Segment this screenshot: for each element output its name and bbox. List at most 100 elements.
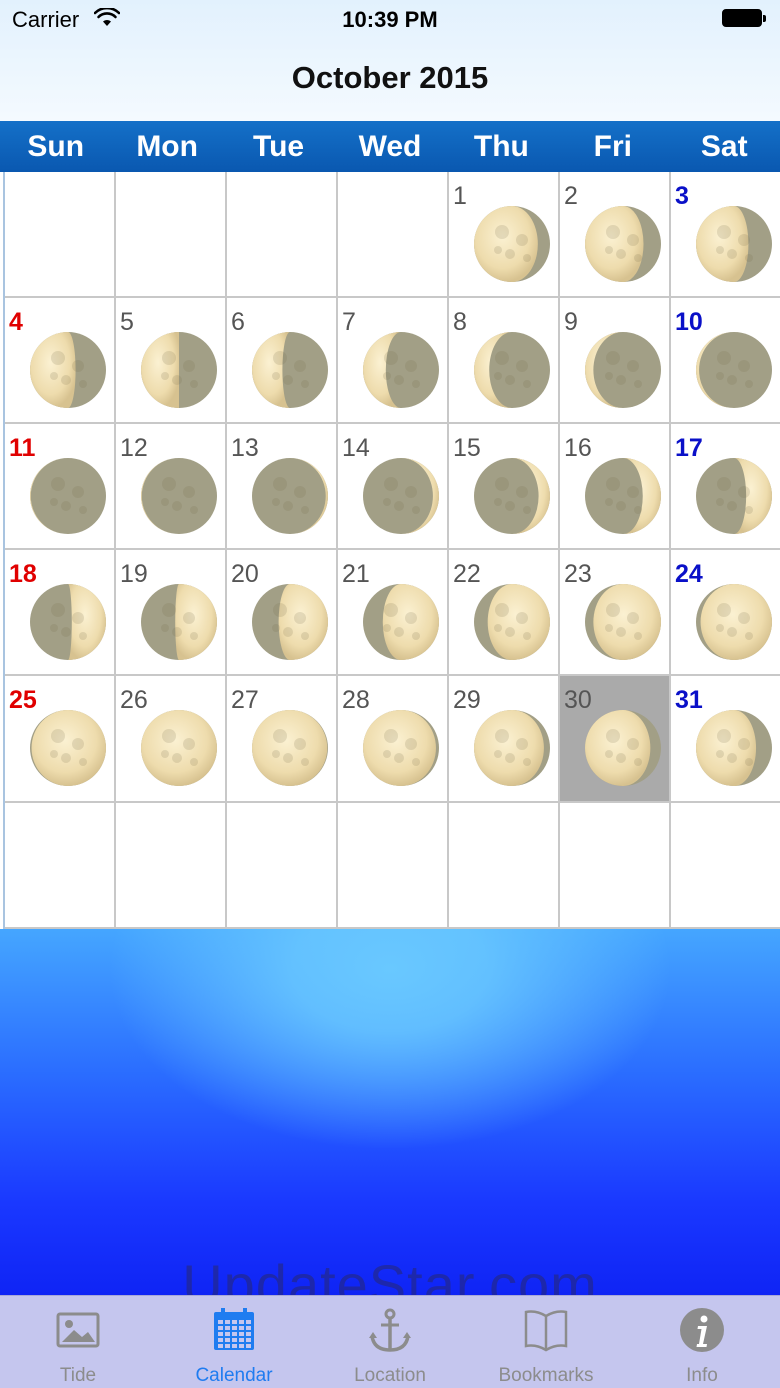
moon-phase-icon [474, 584, 550, 660]
calendar-day-24[interactable]: 24 [671, 550, 780, 676]
weekday-sun: Sun [27, 130, 85, 163]
moon-phase-icon [474, 458, 550, 534]
moon-phase-icon [585, 458, 661, 534]
moon-phase-icon [252, 458, 328, 534]
calendar-day-21[interactable]: 21 [338, 550, 449, 676]
moon-phase-icon [585, 332, 661, 408]
calendar-empty-cell [227, 803, 338, 929]
tab-label: Location [354, 1365, 426, 1386]
weekday-sat: Sat [700, 130, 748, 163]
month-title: October 2015 [291, 60, 489, 95]
calendar-icon [214, 1308, 254, 1350]
day-number: 1 [453, 182, 467, 210]
calendar-day-31[interactable]: 31 [671, 676, 780, 803]
sky-background [0, 929, 780, 1295]
day-number: 8 [453, 308, 467, 336]
calendar-day-1[interactable]: 1 [449, 172, 560, 298]
clock: 10:39 PM [342, 7, 438, 32]
photo-icon [56, 1312, 100, 1348]
calendar-day-8[interactable]: 8 [449, 298, 560, 424]
calendar-empty-cell [116, 172, 227, 298]
weekday-header-row: Sun Mon Tue Wed Thu Fri Sat [0, 121, 780, 172]
calendar-day-27[interactable]: 27 [227, 676, 338, 803]
tab-info[interactable]: Info [624, 1296, 780, 1388]
calendar-day-4[interactable]: 4 [5, 298, 116, 424]
calendar-day-20[interactable]: 20 [227, 550, 338, 676]
calendar-day-15[interactable]: 15 [449, 424, 560, 550]
calendar-day-7[interactable]: 7 [338, 298, 449, 424]
tab-tide[interactable]: Tide [0, 1296, 156, 1388]
moon-phase-icon [252, 332, 328, 408]
moon-phase-icon [30, 710, 106, 786]
battery-icon [722, 9, 766, 29]
tab-label: Bookmarks [498, 1365, 594, 1386]
tab-location[interactable]: Location [312, 1296, 468, 1388]
moon-phase-icon [585, 584, 661, 660]
calendar-day-23[interactable]: 23 [560, 550, 671, 676]
calendar-day-16[interactable]: 16 [560, 424, 671, 550]
calendar-day-22[interactable]: 22 [449, 550, 560, 676]
moon-phase-icon [30, 332, 106, 408]
calendar-day-18[interactable]: 18 [5, 550, 116, 676]
moon-phase-icon [474, 710, 550, 786]
moon-phase-icon [363, 332, 439, 408]
navigation-header: Carrier 10:39 PM October 2015 [0, 0, 780, 121]
calendar-empty-cell [227, 172, 338, 298]
moon-phase-icon [141, 710, 217, 786]
day-number: 3 [675, 182, 689, 210]
moon-phase-icon [141, 332, 217, 408]
calendar-day-13[interactable]: 13 [227, 424, 338, 550]
day-number: 6 [231, 308, 245, 336]
moon-phase-icon [696, 710, 772, 786]
moon-phase-icon [252, 710, 328, 786]
calendar-day-6[interactable]: 6 [227, 298, 338, 424]
moon-phase-icon [585, 206, 661, 282]
calendar-day-17[interactable]: 17 [671, 424, 780, 550]
book-icon [524, 1310, 568, 1352]
info-icon [680, 1308, 724, 1352]
calendar-day-19[interactable]: 19 [116, 550, 227, 676]
tab-calendar[interactable]: Calendar [156, 1296, 312, 1388]
tab-bookmarks[interactable]: Bookmarks [468, 1296, 624, 1388]
weekday-wed: Wed [358, 130, 422, 163]
calendar-day-30[interactable]: 30 [560, 676, 671, 803]
day-number: 5 [120, 308, 134, 336]
calendar-day-9[interactable]: 9 [560, 298, 671, 424]
weekday-fri: Fri [593, 130, 632, 163]
weekday-tue: Tue [253, 130, 305, 163]
calendar-day-3[interactable]: 3 [671, 172, 780, 298]
calendar-empty-cell [560, 803, 671, 929]
calendar-empty-cell [671, 803, 780, 929]
calendar-grid: 1 2 3 4 5 6 7 8 9 10 11 12 13 14 15 16 17 18 19 20 21 22 23 24 2… [3, 172, 780, 929]
calendar-day-12[interactable]: 12 [116, 424, 227, 550]
day-number: 7 [342, 308, 356, 336]
calendar-empty-cell [5, 803, 116, 929]
calendar-day-28[interactable]: 28 [338, 676, 449, 803]
weekday-mon: Mon [136, 130, 198, 163]
moon-phase-icon [696, 584, 772, 660]
calendar-empty-cell [5, 172, 116, 298]
moon-phase-icon [30, 458, 106, 534]
moon-phase-icon [30, 584, 106, 660]
calendar-day-29[interactable]: 29 [449, 676, 560, 803]
day-number: 9 [564, 308, 578, 336]
tab-bar: Tide Calendar Location Bookmarks Info [0, 1295, 780, 1388]
weekday-thu: Thu [473, 130, 529, 163]
tab-label: Tide [59, 1365, 97, 1386]
calendar-day-14[interactable]: 14 [338, 424, 449, 550]
tab-label: Info [686, 1365, 718, 1386]
moon-phase-icon [474, 332, 550, 408]
status-bar: Carrier 10:39 PM [0, 0, 780, 40]
calendar-day-10[interactable]: 10 [671, 298, 780, 424]
calendar-empty-cell [338, 172, 449, 298]
moon-phase-icon [141, 584, 217, 660]
calendar-day-25[interactable]: 25 [5, 676, 116, 803]
calendar-day-11[interactable]: 11 [5, 424, 116, 550]
moon-phase-icon [363, 458, 439, 534]
calendar-empty-cell [116, 803, 227, 929]
calendar-day-26[interactable]: 26 [116, 676, 227, 803]
moon-phase-icon [363, 710, 439, 786]
calendar-day-2[interactable]: 2 [560, 172, 671, 298]
calendar-day-5[interactable]: 5 [116, 298, 227, 424]
moon-phase-icon [363, 584, 439, 660]
